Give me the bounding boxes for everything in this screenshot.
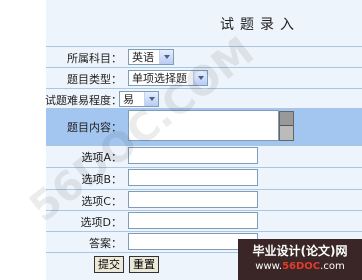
reset-button[interactable]: 重置 <box>129 256 159 273</box>
row-divider <box>46 88 362 89</box>
difficulty-label: 试题难易程度： <box>45 94 122 107</box>
subject-label: 所属科目： <box>67 52 122 65</box>
option-a-label: 选项A： <box>81 151 122 164</box>
page-title: 试题录入 <box>220 17 300 33</box>
option-d-label: 选项D： <box>80 216 122 229</box>
answer-label: 答案： <box>89 237 122 250</box>
row-divider <box>46 67 362 68</box>
type-value: 单项选择题 <box>132 72 187 85</box>
submit-button[interactable]: 提交 <box>94 256 124 273</box>
site-badge: 毕业设计(论文)网 www.56DOC.com <box>238 239 362 280</box>
content-label: 题目内容： <box>67 121 122 134</box>
subject-select[interactable]: 英语 <box>128 49 174 65</box>
type-label: 题目类型： <box>67 73 122 86</box>
badge-url-suffix: .com <box>320 261 345 272</box>
row-divider <box>46 231 362 232</box>
row-divider <box>46 167 362 168</box>
chevron-down-icon[interactable] <box>193 71 207 85</box>
subject-value: 英语 <box>132 51 154 64</box>
chevron-down-icon[interactable] <box>144 92 158 106</box>
scrollbar-thumb[interactable] <box>280 112 293 126</box>
difficulty-value: 易 <box>123 93 134 106</box>
row-divider <box>46 145 362 146</box>
row-divider <box>46 189 362 190</box>
badge-title: 毕业设计(论文)网 <box>252 244 348 258</box>
row-divider <box>46 210 362 211</box>
option-c-label: 选项C： <box>81 195 122 208</box>
content-scrollbar[interactable] <box>279 111 294 141</box>
difficulty-select[interactable]: 易 <box>119 91 159 107</box>
type-select[interactable]: 单项选择题 <box>128 70 208 86</box>
badge-url-prefix: www. <box>255 261 283 272</box>
chevron-down-icon[interactable] <box>159 50 173 64</box>
option-c-input[interactable] <box>128 191 258 208</box>
row-divider <box>46 46 362 47</box>
option-b-label: 选项B： <box>81 173 122 186</box>
badge-url-brand: 56DOC <box>282 261 321 272</box>
option-a-input[interactable] <box>128 147 258 164</box>
option-b-input[interactable] <box>128 169 258 186</box>
option-d-input[interactable] <box>128 212 258 229</box>
badge-url: www.56DOC.com <box>238 261 362 272</box>
content-textarea[interactable] <box>128 110 279 141</box>
